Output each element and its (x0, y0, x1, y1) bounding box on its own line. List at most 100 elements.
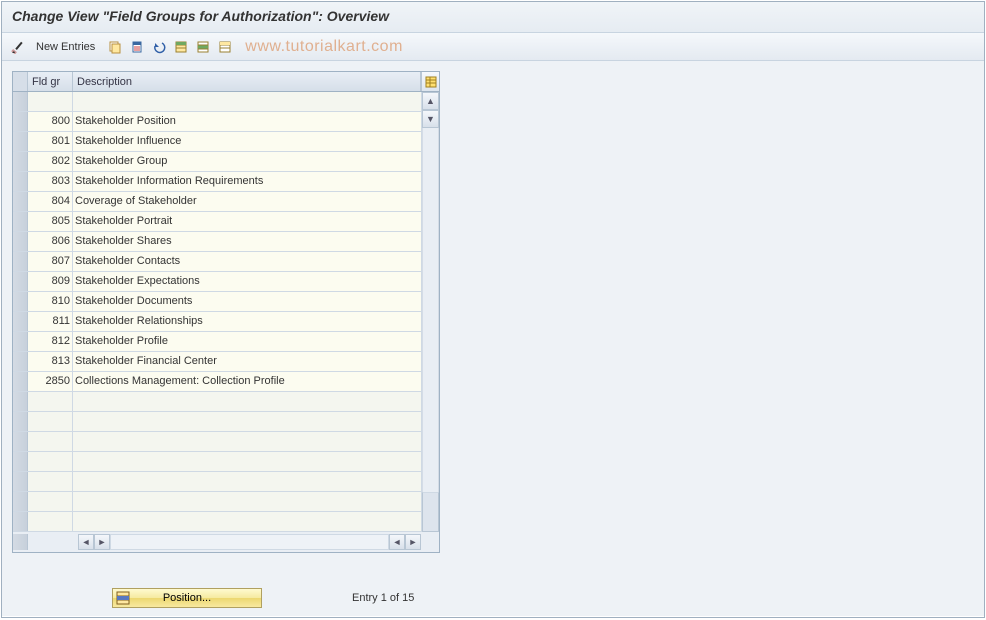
row-selector[interactable] (13, 112, 28, 131)
table-row[interactable]: 803Stakeholder Information Requirements (13, 172, 421, 192)
row-selector[interactable] (13, 392, 28, 411)
cell-description[interactable]: Stakeholder Group (73, 152, 421, 171)
cell-fld-gr[interactable]: 813 (28, 352, 73, 371)
cell-description[interactable]: Stakeholder Documents (73, 292, 421, 311)
cell-fld-gr[interactable] (28, 92, 73, 111)
cell-fld-gr[interactable]: 804 (28, 192, 73, 211)
row-selector[interactable] (13, 492, 28, 511)
cell-fld-gr[interactable]: 806 (28, 232, 73, 251)
row-selector[interactable] (13, 312, 28, 331)
scroll-right2-button[interactable]: ► (405, 534, 421, 550)
cell-fld-gr[interactable] (28, 512, 73, 531)
table-settings-button[interactable] (421, 72, 439, 91)
row-selector[interactable] (13, 152, 28, 171)
row-selector[interactable] (13, 232, 28, 251)
table-row[interactable] (13, 472, 421, 492)
cell-description[interactable]: Stakeholder Information Requirements (73, 172, 421, 191)
cell-description[interactable]: Stakeholder Influence (73, 132, 421, 151)
toggle-display-change-button[interactable] (8, 37, 28, 57)
cell-description[interactable]: Stakeholder Position (73, 112, 421, 131)
undo-change-button[interactable] (149, 37, 169, 57)
table-row[interactable]: 804Coverage of Stakeholder (13, 192, 421, 212)
cell-fld-gr[interactable] (28, 472, 73, 491)
select-block-button[interactable] (193, 37, 213, 57)
table-row[interactable]: 810Stakeholder Documents (13, 292, 421, 312)
cell-fld-gr[interactable]: 812 (28, 332, 73, 351)
table-row[interactable]: 805Stakeholder Portrait (13, 212, 421, 232)
cell-description[interactable] (73, 392, 421, 411)
cell-description[interactable] (73, 492, 421, 511)
cell-description[interactable]: Coverage of Stakeholder (73, 192, 421, 211)
row-selector[interactable] (13, 412, 28, 431)
position-button[interactable]: Position... (112, 588, 262, 608)
scroll-right-button[interactable]: ► (94, 534, 110, 550)
copy-as-button[interactable] (105, 37, 125, 57)
row-selector[interactable] (13, 272, 28, 291)
delete-button[interactable] (127, 37, 147, 57)
table-row[interactable] (13, 512, 421, 532)
row-selector[interactable] (13, 512, 28, 531)
table-row[interactable]: 807Stakeholder Contacts (13, 252, 421, 272)
row-selector[interactable] (13, 92, 28, 111)
row-selector[interactable] (13, 192, 28, 211)
cell-description[interactable]: Stakeholder Expectations (73, 272, 421, 291)
cell-description[interactable] (73, 512, 421, 531)
row-selector[interactable] (13, 252, 28, 271)
row-selector[interactable] (13, 212, 28, 231)
table-row[interactable] (13, 492, 421, 512)
table-row[interactable] (13, 432, 421, 452)
vertical-scrollbar[interactable]: ▲ ▼ (421, 92, 439, 532)
cell-description[interactable] (73, 472, 421, 491)
row-selector[interactable] (13, 472, 28, 491)
cell-description[interactable] (73, 412, 421, 431)
cell-description[interactable]: Stakeholder Shares (73, 232, 421, 251)
scroll-up-button[interactable]: ▲ (422, 92, 439, 110)
row-selector[interactable] (13, 432, 28, 451)
row-selector[interactable] (13, 452, 28, 471)
table-row[interactable]: 811Stakeholder Relationships (13, 312, 421, 332)
scroll-left-button[interactable]: ◄ (78, 534, 94, 550)
table-row[interactable]: 813Stakeholder Financial Center (13, 352, 421, 372)
cell-description[interactable]: Stakeholder Profile (73, 332, 421, 351)
table-row[interactable]: 801Stakeholder Influence (13, 132, 421, 152)
horizontal-scrollbar[interactable]: ◄ ► ◄ ► (28, 534, 421, 550)
deselect-all-button[interactable] (215, 37, 235, 57)
cell-description[interactable]: Stakeholder Contacts (73, 252, 421, 271)
table-row[interactable] (13, 452, 421, 472)
cell-fld-gr[interactable] (28, 412, 73, 431)
row-selector[interactable] (13, 292, 28, 311)
cell-fld-gr[interactable] (28, 452, 73, 471)
cell-fld-gr[interactable]: 811 (28, 312, 73, 331)
cell-fld-gr[interactable]: 2850 (28, 372, 73, 391)
cell-fld-gr[interactable] (28, 432, 73, 451)
cell-fld-gr[interactable] (28, 392, 73, 411)
column-header-fld-gr[interactable]: Fld gr (28, 72, 73, 91)
row-selector[interactable] (13, 332, 28, 351)
cell-description[interactable]: Stakeholder Financial Center (73, 352, 421, 371)
row-selector[interactable] (13, 352, 28, 371)
cell-description[interactable] (73, 452, 421, 471)
select-all-button[interactable] (171, 37, 191, 57)
table-row[interactable]: 802Stakeholder Group (13, 152, 421, 172)
hscroll-track[interactable] (110, 534, 389, 550)
cell-fld-gr[interactable]: 807 (28, 252, 73, 271)
cell-fld-gr[interactable]: 803 (28, 172, 73, 191)
scroll-down-button[interactable]: ▼ (422, 110, 439, 128)
table-row[interactable]: 806Stakeholder Shares (13, 232, 421, 252)
scroll-track[interactable] (422, 128, 439, 492)
cell-fld-gr[interactable] (28, 492, 73, 511)
table-row[interactable] (13, 392, 421, 412)
cell-description[interactable] (73, 432, 421, 451)
cell-fld-gr[interactable]: 805 (28, 212, 73, 231)
cell-fld-gr[interactable]: 801 (28, 132, 73, 151)
table-row[interactable]: 812Stakeholder Profile (13, 332, 421, 352)
cell-description[interactable]: Collections Management: Collection Profi… (73, 372, 421, 391)
table-row[interactable]: 2850Collections Management: Collection P… (13, 372, 421, 392)
table-row[interactable]: 800Stakeholder Position (13, 112, 421, 132)
scroll-left2-button[interactable]: ◄ (389, 534, 405, 550)
column-header-description[interactable]: Description (73, 72, 421, 91)
row-selector[interactable] (13, 132, 28, 151)
cell-fld-gr[interactable]: 809 (28, 272, 73, 291)
table-row[interactable]: 809Stakeholder Expectations (13, 272, 421, 292)
row-selector[interactable] (13, 372, 28, 391)
